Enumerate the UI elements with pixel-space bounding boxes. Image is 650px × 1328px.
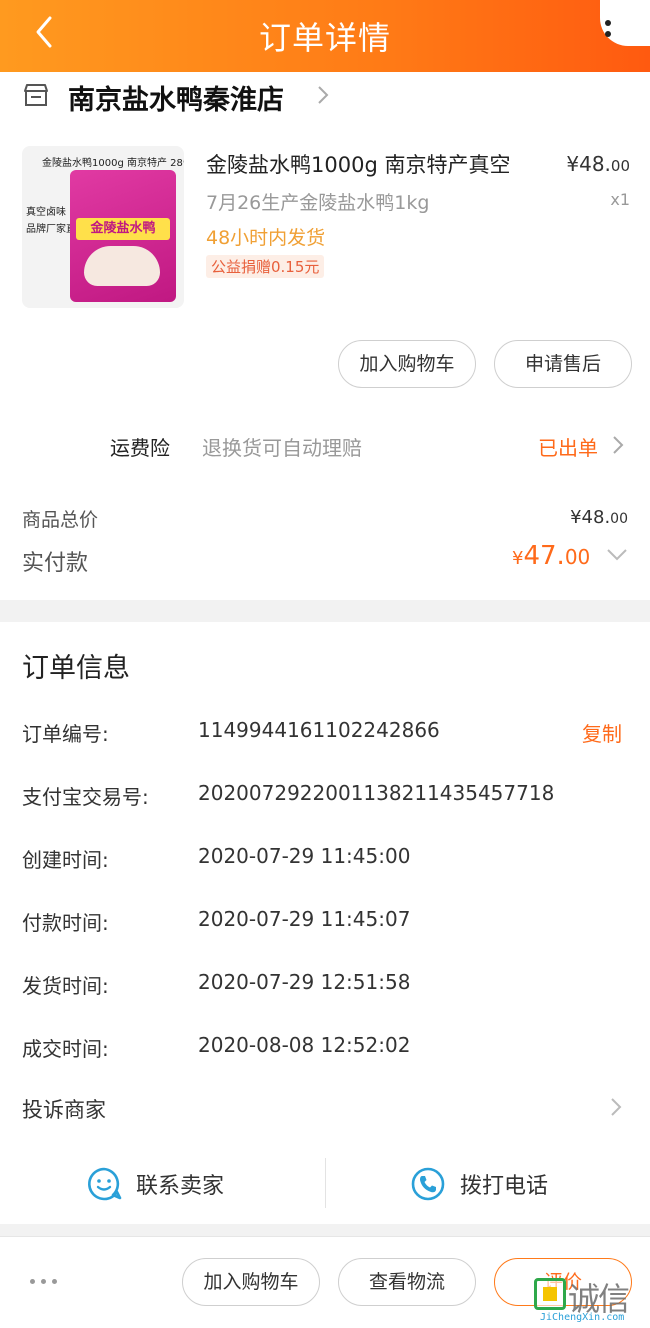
created-time-label: 创建时间: xyxy=(22,848,109,872)
shop-name[interactable]: 南京盐水鸭秦淮店 xyxy=(68,78,284,117)
watermark-box-icon xyxy=(534,1278,566,1310)
contact-seller-label: 联系卖家 xyxy=(136,1174,225,1199)
product-quantity: x1 xyxy=(610,190,630,209)
order-number-label: 订单编号: xyxy=(22,722,109,746)
watermark-logo: 诚信 JiChengXin.com xyxy=(534,1274,648,1328)
alipay-trade-label: 支付宝交易号: xyxy=(22,785,149,809)
paid-amount-value: ¥47.00 xyxy=(512,541,591,571)
chevron-down-icon[interactable] xyxy=(606,548,628,562)
order-number-row: 订单编号: 1149944161102242866 xyxy=(22,714,632,754)
product-title[interactable]: 金陵盐水鸭1000g 南京特产真空 xyxy=(206,149,510,179)
after-sale-button[interactable]: 申请售后 xyxy=(494,340,632,388)
view-logistics-button[interactable]: 查看物流 xyxy=(338,1258,476,1306)
alipay-trade-row: 支付宝交易号: 2020072922001138211435457718 xyxy=(22,777,632,817)
order-number-value: 1149944161102242866 xyxy=(198,718,440,742)
more-horizontal-icon[interactable] xyxy=(30,1279,57,1284)
charity-tag: 公益捐赠0.15元 xyxy=(206,255,325,278)
shipping-note: 48小时内发货 xyxy=(206,227,326,249)
contact-divider xyxy=(325,1158,326,1208)
paid-time-label: 付款时间: xyxy=(22,911,109,935)
add-to-cart-button[interactable]: 加入购物车 xyxy=(338,340,476,388)
paid-time-value: 2020-07-29 11:45:07 xyxy=(198,907,411,931)
copy-button[interactable]: 复制 xyxy=(582,718,622,747)
shop-row[interactable]: 南京盐水鸭秦淮店 xyxy=(0,72,650,122)
section-divider xyxy=(0,600,650,622)
page-title: 订单详情 xyxy=(258,19,391,57)
back-arrow-icon[interactable] xyxy=(26,12,66,52)
more-menu-button[interactable] xyxy=(600,0,650,46)
product-image[interactable]: 金陵盐水鸭1000g 南京特产 28省包邮 真空卤味 品牌厂家直供 金陵盐水鸭 xyxy=(22,146,184,308)
shipping-insurance-label: 运费险 xyxy=(110,436,170,460)
chevron-right-icon xyxy=(318,86,329,104)
shipped-time-value: 2020-07-29 12:51:58 xyxy=(198,970,411,994)
paid-amount-label: 实付款 xyxy=(22,551,89,576)
chevron-right-icon[interactable] xyxy=(612,434,624,456)
product-spec: 7月26生产金陵盐水鸭1kg xyxy=(206,192,430,214)
product-price: ¥48.00 xyxy=(566,152,630,176)
created-time-value: 2020-07-29 11:45:00 xyxy=(198,844,411,868)
paid-time-row: 付款时间: 2020-07-29 11:45:07 xyxy=(22,903,632,943)
shipped-time-label: 发货时间: xyxy=(22,974,109,998)
order-info-title: 订单信息 xyxy=(22,653,130,684)
call-phone-button[interactable]: 拨打电话 xyxy=(410,1156,548,1212)
more-vertical-icon xyxy=(605,20,621,42)
shipped-time-row: 发货时间: 2020-07-29 12:51:58 xyxy=(22,966,632,1006)
phone-icon xyxy=(411,1167,445,1201)
goods-total-value: ¥48.00 xyxy=(570,507,628,528)
store-icon xyxy=(24,84,48,106)
alipay-trade-value: 2020072922001138211435457718 xyxy=(198,781,555,805)
completed-time-value: 2020-08-08 12:52:02 xyxy=(198,1033,411,1057)
duck-picture xyxy=(84,246,160,286)
header-bar: 订单详情 xyxy=(0,0,650,72)
section-divider xyxy=(0,1224,650,1236)
product-image-caption: 金陵盐水鸭1000g 南京特产 28省包邮 xyxy=(42,158,184,169)
call-phone-label: 拨打电话 xyxy=(460,1174,549,1199)
watermark-url: JiChengXin.com xyxy=(540,1312,625,1323)
package-label: 金陵盐水鸭 xyxy=(76,218,170,240)
completed-time-row: 成交时间: 2020-08-08 12:52:02 xyxy=(22,1029,632,1069)
created-time-row: 创建时间: 2020-07-29 11:45:00 xyxy=(22,840,632,880)
chat-bubble-icon xyxy=(88,1167,122,1201)
bottom-add-to-cart-button[interactable]: 加入购物车 xyxy=(182,1258,320,1306)
product-package: 金陵盐水鸭 xyxy=(70,170,176,302)
shipping-insurance-desc: 退换货可自动理赔 xyxy=(202,436,362,460)
shipping-insurance-status[interactable]: 已出单 xyxy=(538,432,598,461)
complain-seller-link[interactable]: 投诉商家 xyxy=(22,1094,106,1124)
goods-total-label: 商品总价 xyxy=(22,509,99,531)
contact-seller-button[interactable]: 联系卖家 xyxy=(86,1156,224,1212)
chevron-right-icon[interactable] xyxy=(610,1096,622,1118)
completed-time-label: 成交时间: xyxy=(22,1037,109,1061)
